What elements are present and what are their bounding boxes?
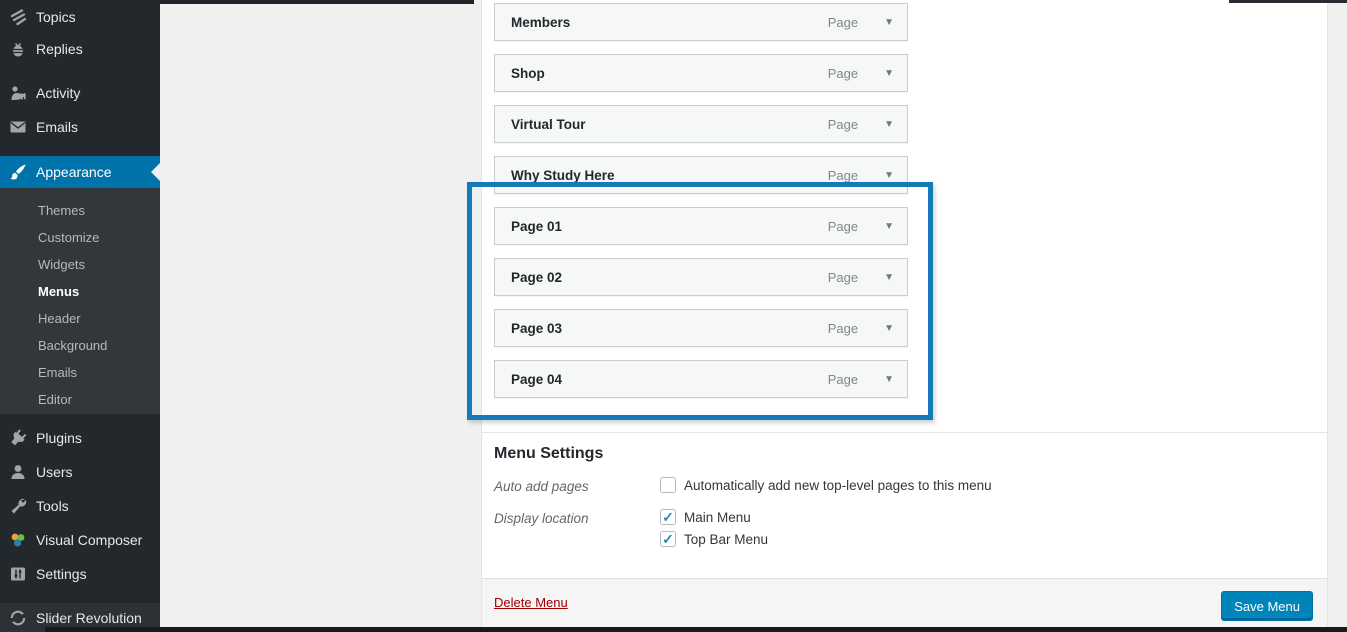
paintbrush-icon [8,162,28,182]
plugin-icon [8,428,28,448]
visual-composer-icon [8,530,28,550]
menu-item-row[interactable]: Members Page ▼ [494,3,908,41]
submenu-item-widgets[interactable]: Widgets [0,251,160,278]
auto-add-pages-checkbox-label: Automatically add new top-level pages to… [684,478,992,493]
cutoff-dark-bar-right [1229,0,1347,3]
menu-item-title: Why Study Here [495,168,615,183]
chevron-down-icon[interactable]: ▼ [884,17,894,28]
delete-menu-link[interactable]: Delete Menu [494,595,568,610]
menu-editor-panel: Members Page ▼ Shop Page ▼ Virtual Tour Pa… [481,0,1328,627]
menu-item-type: Page [828,270,858,285]
sidebar-item-label: Activity [36,85,80,101]
cutoff-dark-bar-left [160,0,474,4]
sidebar-item-settings[interactable]: Settings [0,557,160,591]
sidebar-item-emails[interactable]: Emails [0,110,160,144]
display-location-top-bar-menu: ✓ Top Bar Menu [660,531,768,547]
sidebar-item-label: Plugins [36,430,82,446]
menu-item-row[interactable]: Shop Page ▼ [494,54,908,92]
display-location-label: Display location [494,511,589,526]
menu-settings-heading: Menu Settings [494,445,603,463]
submenu-item-background[interactable]: Background [0,332,160,359]
sidebar-item-activity[interactable]: Activity [0,76,160,110]
slider-revolution-icon [8,608,28,628]
chevron-down-icon[interactable]: ▼ [884,272,894,283]
menu-item-type: Page [828,219,858,234]
chevron-down-icon[interactable]: ▼ [884,374,894,385]
menu-item-title: Virtual Tour [495,117,586,132]
appearance-submenu: Themes Customize Widgets Menus Header Ba… [0,188,160,414]
topics-icon [8,7,28,27]
top-bar-menu-checkbox[interactable]: ✓ [660,531,676,547]
menu-item-title: Page 01 [495,219,562,234]
sidebar-item-label: Tools [36,498,69,514]
sidebar-item-appearance[interactable]: Appearance [0,156,160,188]
menu-item-row[interactable]: Page 03 Page ▼ [494,309,908,347]
submenu-item-menus[interactable]: Menus [0,278,160,305]
chevron-down-icon[interactable]: ▼ [884,119,894,130]
menu-item-type: Page [828,117,858,132]
menu-item-type: Page [828,66,858,81]
sliders-icon [8,564,28,584]
main-menu-checkbox[interactable]: ✓ [660,509,676,525]
sidebar-item-tools[interactable]: Tools [0,489,160,523]
submenu-item-editor[interactable]: Editor [0,386,160,413]
menu-item-row[interactable]: Why Study Here Page ▼ [494,156,908,194]
divider [482,432,1327,433]
sidebar-item-topics[interactable]: Topics [0,0,160,34]
sidebar-item-visual-composer[interactable]: Visual Composer [0,523,160,557]
save-menu-button[interactable]: Save Menu [1221,591,1313,621]
sidebar-item-label: Slider Revolution [36,610,142,626]
auto-add-pages-control: Automatically add new top-level pages to… [660,477,992,493]
menu-item-title: Page 02 [495,270,562,285]
menu-item-row[interactable]: Virtual Tour Page ▼ [494,105,908,143]
menu-item-row[interactable]: Page 04 Page ▼ [494,360,908,398]
menu-editor-footer: Delete Menu Save Menu [482,578,1327,627]
sidebar-item-plugins[interactable]: Plugins [0,421,160,455]
wrench-icon [8,496,28,516]
sidebar-item-users[interactable]: Users [0,455,160,489]
menu-item-row[interactable]: Page 01 Page ▼ [494,207,908,245]
menu-item-title: Page 03 [495,321,562,336]
bottom-edge-bar [45,627,1347,632]
menu-item-title: Shop [495,66,545,81]
chevron-down-icon[interactable]: ▼ [884,323,894,334]
display-location-main-menu: ✓ Main Menu [660,509,751,525]
sidebar-item-label: Users [36,464,73,480]
user-icon [8,462,28,482]
sidebar-item-label: Appearance [36,164,112,180]
top-bar-menu-checkbox-label: Top Bar Menu [684,532,768,547]
menu-item-title: Members [495,15,570,30]
chevron-down-icon[interactable]: ▼ [884,68,894,79]
sidebar-item-label: Replies [36,41,83,57]
bee-icon [8,39,28,59]
menu-item-type: Page [828,372,858,387]
sidebar-item-label: Emails [36,119,78,135]
sidebar-item-label: Settings [36,566,87,582]
admin-sidebar: Topics Replies Activity Emails Appearanc… [0,0,160,632]
menu-item-type: Page [828,168,858,183]
submenu-item-themes[interactable]: Themes [0,197,160,224]
sidebar-item-label: Visual Composer [36,532,142,548]
auto-add-pages-checkbox[interactable] [660,477,676,493]
chevron-down-icon[interactable]: ▼ [884,170,894,181]
menu-item-row[interactable]: Page 02 Page ▼ [494,258,908,296]
sidebar-item-replies[interactable]: Replies [0,32,160,66]
menu-item-title: Page 04 [495,372,562,387]
envelope-icon [8,117,28,137]
main-menu-checkbox-label: Main Menu [684,510,751,525]
submenu-item-customize[interactable]: Customize [0,224,160,251]
auto-add-pages-label: Auto add pages [494,479,589,494]
chevron-down-icon[interactable]: ▼ [884,221,894,232]
submenu-item-emails[interactable]: Emails [0,359,160,386]
admin-content-area: Members Page ▼ Shop Page ▼ Virtual Tour Pa… [160,0,1347,632]
activity-icon [8,83,28,103]
menu-item-type: Page [828,15,858,30]
sidebar-item-label: Topics [36,9,76,25]
submenu-item-header[interactable]: Header [0,305,160,332]
menu-item-type: Page [828,321,858,336]
